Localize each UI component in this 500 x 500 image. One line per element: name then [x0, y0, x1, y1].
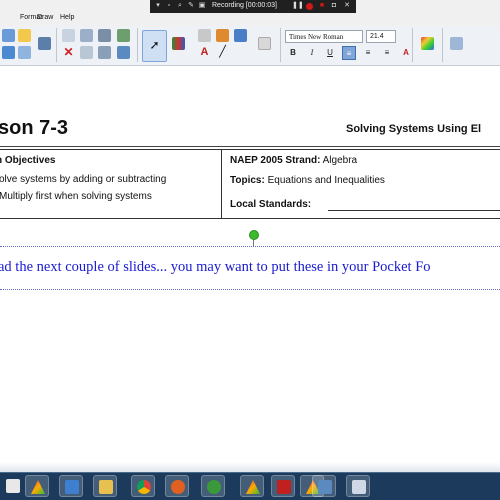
record-icon[interactable] [306, 3, 313, 10]
menu-draw[interactable]: Draw [37, 14, 53, 21]
objectives-heading: n Objectives [0, 155, 56, 166]
italic-button[interactable]: I [305, 46, 319, 60]
blank-page-icon[interactable] [80, 46, 93, 59]
page-icon[interactable] [18, 46, 31, 59]
font-size-select[interactable]: 21.4 [366, 30, 396, 43]
objective-item: olve systems by adding or subtracting [0, 174, 167, 185]
screen-icon[interactable] [38, 37, 51, 50]
menu-bar: Format Draw Help ▾ ▫ ⌕ ✎ ▣ Recording [00… [0, 0, 500, 26]
taskbar-app[interactable] [165, 475, 189, 497]
stop-icon[interactable]: ■ [318, 2, 326, 10]
bold-button[interactable]: B [286, 46, 300, 60]
folder-icon [99, 480, 113, 494]
rotate-handle[interactable] [249, 230, 259, 240]
annotation-text[interactable]: ad the next couple of slides... you may … [0, 259, 431, 276]
taskbar-app[interactable] [1, 475, 25, 497]
paste-icon[interactable] [80, 29, 93, 42]
local-standards: Local Standards: [230, 199, 311, 210]
naep-value: Algebra [322, 155, 358, 166]
notes-icon [65, 480, 79, 494]
undo-icon[interactable] [2, 29, 15, 42]
taskbar-app[interactable] [346, 475, 370, 497]
text-color-button[interactable]: A [399, 46, 413, 60]
table-icon[interactable] [98, 29, 111, 42]
chrome-icon [137, 480, 151, 494]
topics-value: Equations and Inequalities [267, 175, 385, 186]
app-icon [352, 480, 366, 494]
acrobat-icon [246, 480, 260, 494]
standards-blank-line [328, 210, 500, 211]
toolbar-separator [442, 28, 443, 62]
close-icon[interactable]: ✕ [343, 2, 351, 10]
fill-icon[interactable] [234, 29, 247, 42]
toolbar: ✕ ➚ A ╱ Times New Roman 21.4 [0, 26, 500, 66]
app-icon [6, 479, 20, 493]
save-icon[interactable] [2, 46, 15, 59]
eraser-large-icon[interactable] [258, 37, 271, 50]
monitor-icon [318, 480, 332, 494]
recording-status: Recording [00:00:03] [212, 2, 277, 9]
capture-icon[interactable] [117, 46, 130, 59]
eraser-icon[interactable] [198, 29, 211, 42]
standards-label: Local Standards: [230, 199, 312, 210]
color-palette-icon[interactable] [421, 37, 434, 50]
taskbar-app[interactable] [93, 475, 117, 497]
taskbar-app[interactable] [240, 475, 264, 497]
line-tool-icon[interactable]: ╱ [216, 46, 229, 59]
lesson-subtitle: Solving Systems Using El [346, 123, 482, 135]
toolbar-separator [137, 28, 138, 62]
camera-icon[interactable]: ◘ [330, 2, 338, 10]
font-name-select[interactable]: Times New Roman [285, 30, 363, 43]
table-border-top [0, 149, 500, 150]
text-tool-icon[interactable]: A [198, 46, 211, 59]
taskbar-app[interactable] [131, 475, 155, 497]
topics: Topics: Equations and Inequalities [230, 175, 385, 186]
taskbar-app[interactable] [25, 475, 49, 497]
record-screen-icon[interactable] [117, 29, 130, 42]
align-right-icon[interactable]: ≡ [380, 46, 394, 60]
menu-help[interactable]: Help [60, 14, 74, 21]
naep-label: NAEP 2005 Strand: [230, 155, 321, 166]
table-grid-icon[interactable] [98, 46, 111, 59]
objective-item: Multiply first when solving systems [0, 191, 152, 202]
topics-label: Topics: [230, 175, 265, 186]
open-icon[interactable] [18, 29, 31, 42]
taskbar-app[interactable] [201, 475, 225, 497]
table-column-divider [221, 149, 222, 219]
title-divider [0, 146, 500, 147]
delete-icon[interactable]: ✕ [62, 46, 75, 59]
acrobat-icon [31, 480, 45, 494]
lesson-title: son 7-3 [0, 117, 69, 139]
pdf-icon [277, 480, 291, 494]
align-left-icon[interactable]: ≡ [342, 46, 356, 60]
zoom-icon[interactable]: ⌕ [176, 2, 184, 10]
toolbar-separator [56, 28, 57, 62]
taskbar-app[interactable] [312, 475, 336, 497]
naep-strand: NAEP 2005 Strand: Algebra [230, 155, 357, 166]
shapes-icon[interactable] [216, 29, 229, 42]
underline-button[interactable]: U [323, 46, 337, 60]
dropdown-icon[interactable]: ▾ [154, 2, 162, 10]
toolbar-separator [280, 28, 281, 62]
pause-icon[interactable]: ❚❚ [292, 2, 304, 10]
textbox-border-top [0, 246, 500, 247]
media-icon [207, 480, 221, 494]
recording-status-icon: ▣ [198, 2, 206, 9]
align-center-icon[interactable]: ≡ [361, 46, 375, 60]
taskbar-app[interactable] [59, 475, 83, 497]
copy-icon[interactable] [62, 29, 75, 42]
recorder-bar: ▾ ▫ ⌕ ✎ ▣ Recording [00:00:03] ❚❚ ■ ◘ ✕ [150, 0, 356, 13]
taskbar-app[interactable] [271, 475, 295, 497]
select-arrow-icon[interactable]: ➚ [142, 30, 167, 62]
table-border-bottom [0, 218, 500, 219]
pen-icon[interactable]: ✎ [187, 2, 195, 10]
pin-icon[interactable]: ▫ [165, 2, 173, 10]
properties-icon[interactable] [450, 37, 463, 50]
power-icon [171, 480, 185, 494]
textbox-border-bottom [0, 289, 500, 290]
desktop-strip [0, 462, 500, 472]
pens-icon[interactable] [172, 37, 185, 50]
